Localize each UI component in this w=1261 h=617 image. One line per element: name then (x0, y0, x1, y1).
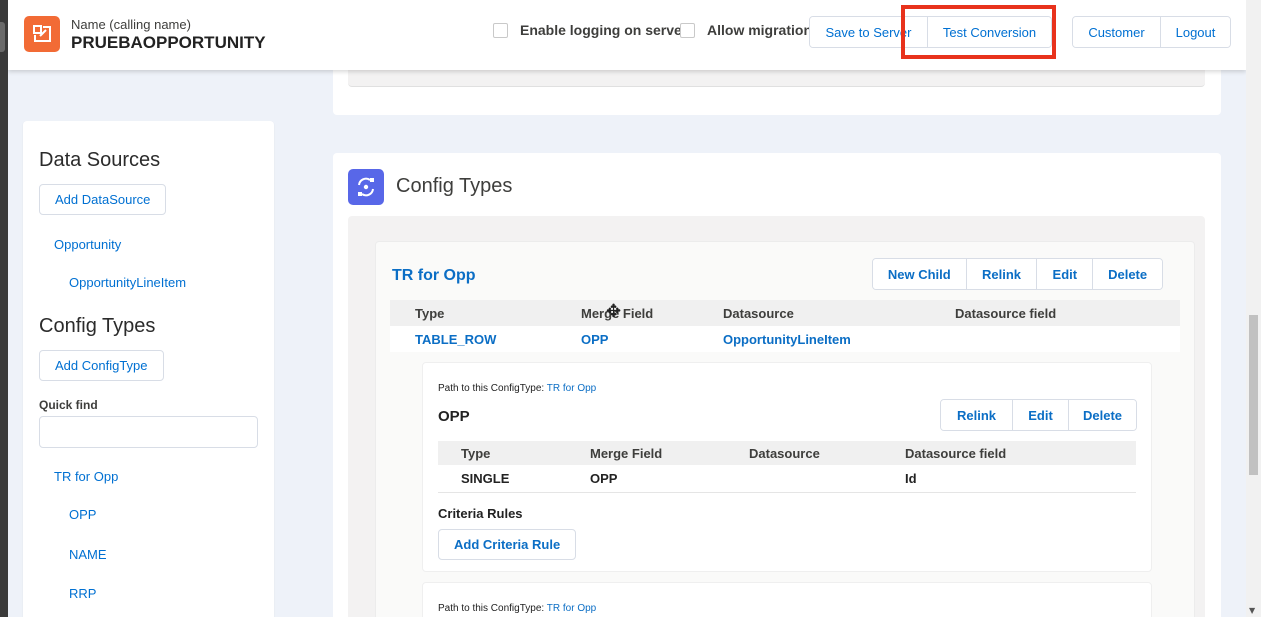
config-types-heading: Config Types (39, 315, 156, 337)
sidebar-configtype-rrp[interactable]: RRP (69, 586, 96, 601)
child-edit-button[interactable]: Edit (1012, 400, 1068, 430)
relink-button[interactable]: Relink (965, 259, 1037, 289)
child-delete-button[interactable]: Delete (1068, 400, 1136, 430)
logout-button[interactable]: Logout (1160, 17, 1230, 47)
add-datasource-button[interactable]: Add DataSource (39, 184, 167, 215)
configtype-table-header: Type Merge Field Datasource Datasource f… (390, 300, 1180, 326)
new-child-button[interactable]: New Child (873, 259, 966, 289)
sidebar: Data Sources Add DataSource Opportunity … (23, 121, 274, 617)
add-criteria-rule-button[interactable]: Add Criteria Rule (438, 529, 577, 560)
configtype-title-opp: OPP (438, 408, 470, 425)
window-edge (0, 0, 8, 617)
column-datasource-field: Datasource field (955, 305, 1057, 321)
allow-migration-checkbox[interactable] (680, 23, 695, 38)
config-types-card: Config Types TR for Opp New Child Relink… (333, 153, 1221, 617)
delete-button[interactable]: Delete (1092, 259, 1162, 289)
child-column-merge-field: Merge Field (590, 445, 663, 461)
page-scrollbar[interactable]: ▼ (1246, 0, 1261, 617)
row-datasource[interactable]: OpportunityLineItem (723, 332, 851, 347)
name-field-label: Name (calling name) (71, 17, 191, 32)
configtype-path: Path to this ConfigType: TR for Opp (438, 383, 596, 394)
quick-find-input[interactable] (39, 416, 258, 448)
child-column-type: Type (461, 445, 491, 461)
child-row-merge-field: OPP (590, 471, 618, 486)
configtype-actions: New Child Relink Edit Delete (872, 258, 1163, 290)
enable-logging-checkbox[interactable] (493, 23, 508, 38)
column-datasource: Datasource (723, 305, 794, 321)
path-link-tr-for-opp-next[interactable]: TR for Opp (547, 603, 596, 614)
config-types-title: Config Types (396, 175, 513, 197)
configtype-title[interactable]: TR for Opp (392, 267, 476, 285)
server-actions-group: Save to Server Test Conversion (809, 16, 1052, 48)
document-template-icon (24, 16, 60, 52)
config-types-glyph (358, 177, 374, 197)
child-row-datasource-field: Id (905, 471, 917, 486)
add-configtype-button[interactable]: Add ConfigType (39, 350, 164, 381)
scrollbar-thumb[interactable] (1249, 315, 1258, 475)
child-table-header: Type Merge Field Datasource Datasource f… (438, 441, 1136, 465)
project-name[interactable]: PRUEBAOPPORTUNITY (71, 33, 266, 53)
configtype-path-next: Path to this ConfigType: TR for Opp (438, 603, 596, 614)
table-row: TABLE_ROW OPP OpportunityLineItem (390, 326, 1180, 352)
column-type: Type (415, 305, 445, 321)
data-sources-heading: Data Sources (39, 149, 161, 171)
logo-glyph (33, 25, 51, 42)
customer-button[interactable]: Customer (1073, 17, 1160, 47)
save-to-server-button[interactable]: Save to Server (810, 17, 927, 47)
row-merge-field[interactable]: OPP (581, 332, 608, 347)
app-viewport: Name (calling name) PRUEBAOPPORTUNITY En… (8, 0, 1246, 617)
sidebar-configtype-tr-for-opp[interactable]: TR for Opp (54, 469, 118, 484)
allow-migration-label[interactable]: Allow migration (707, 22, 812, 38)
child-column-datasource: Datasource (749, 445, 820, 461)
sidebar-configtype-name[interactable]: NAME (69, 547, 107, 562)
configtype-card-next: Path to this ConfigType: TR for Opp (422, 582, 1152, 617)
sidebar-datasource-opportunity[interactable]: Opportunity (54, 237, 121, 252)
criteria-rules-label: Criteria Rules (438, 506, 523, 521)
child-relink-button[interactable]: Relink (941, 400, 1012, 430)
test-conversion-button[interactable]: Test Conversion (927, 17, 1051, 47)
app-header: Name (calling name) PRUEBAOPPORTUNITY En… (8, 0, 1246, 70)
child-configtype-actions: Relink Edit Delete (940, 399, 1137, 431)
edit-button[interactable]: Edit (1036, 259, 1093, 289)
child-row-type: SINGLE (461, 471, 510, 486)
table-row: SINGLE OPP Id (438, 465, 1136, 493)
sidebar-configtype-opp[interactable]: OPP (69, 507, 96, 522)
child-column-datasource-field: Datasource field (905, 445, 1007, 461)
sidebar-datasource-opportunitylineitem[interactable]: OpportunityLineItem (69, 275, 186, 290)
row-type[interactable]: TABLE_ROW (415, 332, 496, 347)
configtype-card-tr-for-opp: TR for Opp New Child Relink Edit Delete … (375, 241, 1195, 617)
path-label-next: Path to this ConfigType: (438, 603, 545, 614)
path-label: Path to this ConfigType: (438, 383, 545, 394)
path-link-tr-for-opp[interactable]: TR for Opp (547, 383, 596, 394)
window-edge-handle (0, 22, 5, 52)
enable-logging-label[interactable]: Enable logging on server (520, 22, 687, 38)
configtype-card-opp: Path to this ConfigType: TR for Opp OPP … (422, 362, 1152, 572)
config-types-icon (348, 169, 384, 205)
move-cursor-icon: ✥ (606, 301, 622, 322)
quick-find-label: Quick find (39, 398, 98, 412)
config-types-body: TR for Opp New Child Relink Edit Delete … (348, 216, 1205, 617)
account-actions-group: Customer Logout (1072, 16, 1231, 48)
scroll-down-arrow-icon[interactable]: ▼ (1249, 606, 1255, 615)
